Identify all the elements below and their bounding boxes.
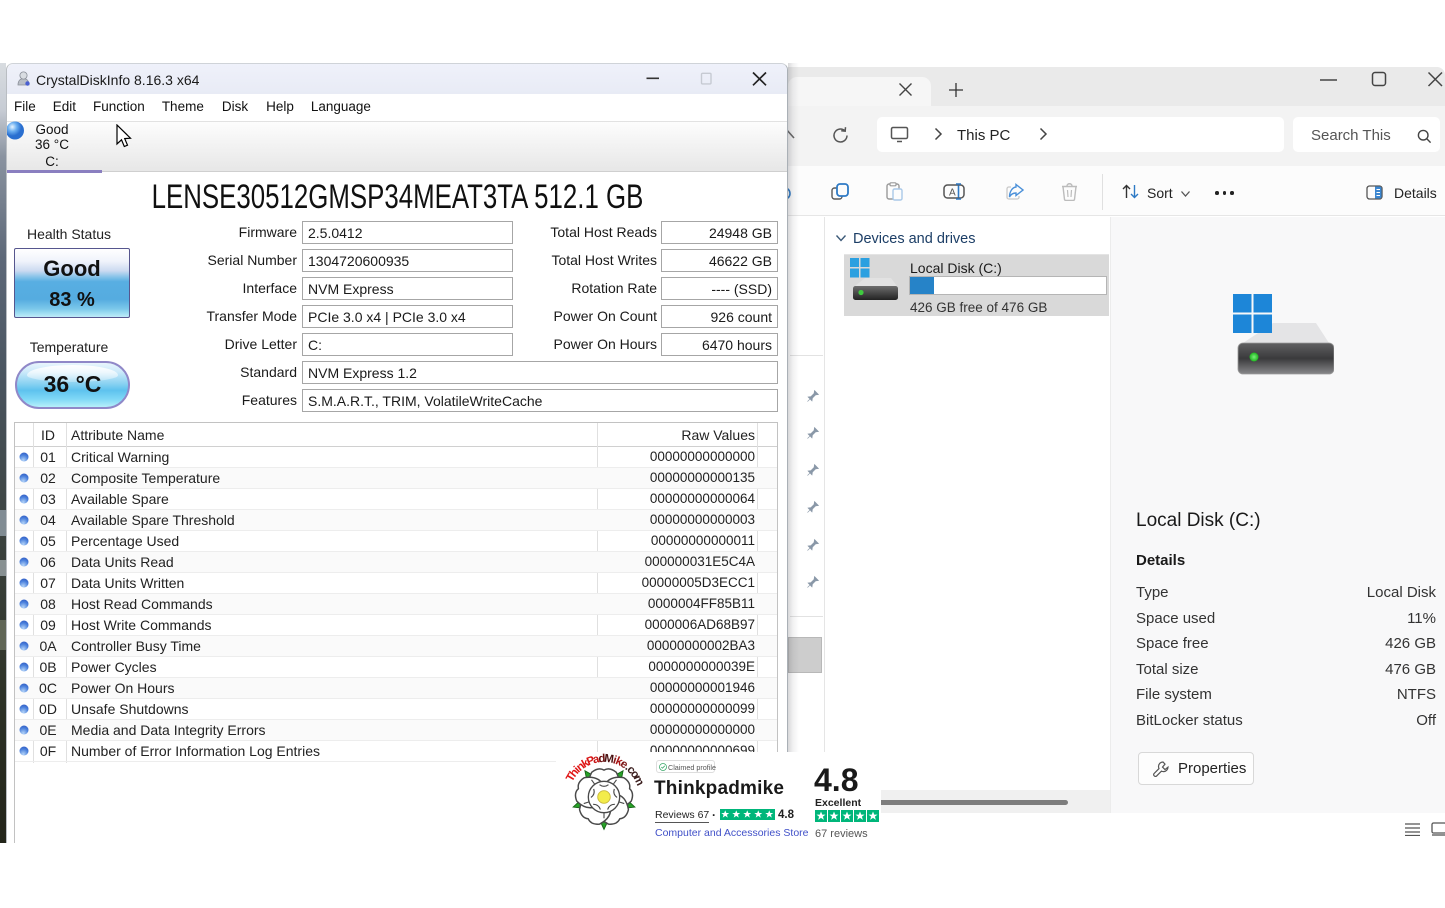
svg-text:A: A	[949, 188, 956, 199]
